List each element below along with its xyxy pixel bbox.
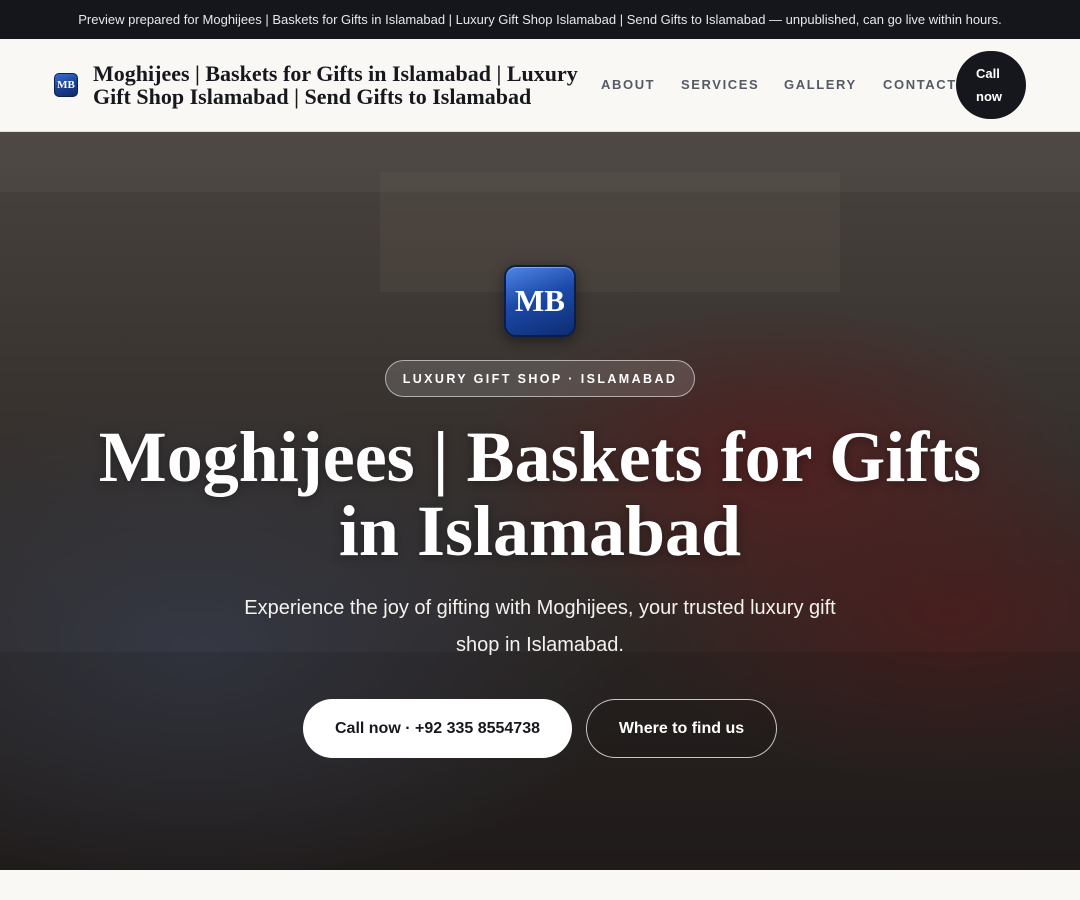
preview-banner-text: Preview prepared for Moghijees | Baskets… [78,12,1002,27]
nav-link-about[interactable]: ABOUT [601,77,655,92]
hero-logo-icon: MB [504,265,576,337]
nav-link-services[interactable]: SERVICES [681,77,759,92]
where-to-find-us-button[interactable]: Where to find us [586,699,777,758]
hero-title: Moghijees | Baskets for Gifts in Islamab… [98,417,982,571]
hero-badge: LUXURY GIFT SHOP · ISLAMABAD [385,360,695,397]
call-now-button[interactable]: Call now · +92 335 8554738 [303,699,572,758]
brand-name[interactable]: Moghijees | Baskets for Gifts in Islamab… [93,62,598,108]
hero-section: MB LUXURY GIFT SHOP · ISLAMABAD Moghijee… [0,132,1080,870]
next-section [0,870,1080,900]
site-header: MB Moghijees | Baskets for Gifts in Isla… [0,39,1080,132]
nav-link-gallery[interactable]: GALLERY [784,77,857,92]
hero-subtitle: Experience the joy of gifting with Moghi… [244,597,836,656]
preview-banner: Preview prepared for Moghijees | Baskets… [0,0,1080,39]
brand-logo-icon[interactable]: MB [54,73,78,97]
header-call-now-button[interactable]: Call now [956,51,1026,119]
nav-link-contact[interactable]: CONTACT [883,77,957,92]
